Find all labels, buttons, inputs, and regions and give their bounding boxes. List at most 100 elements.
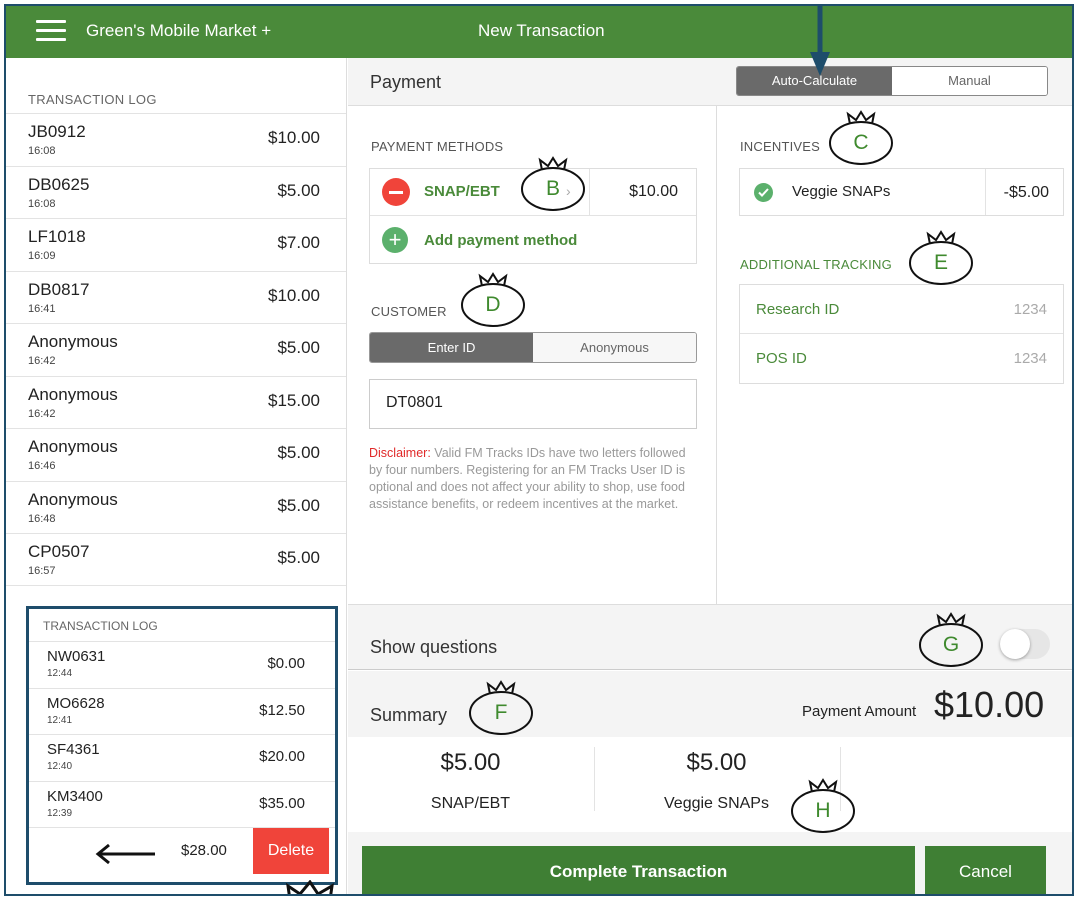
payment-method-amount[interactable]: $10.00	[629, 183, 678, 201]
customer-label: CUSTOMER	[371, 304, 447, 319]
divider	[985, 169, 986, 215]
transaction-time: 16:08	[28, 197, 56, 210]
summary-title: Summary	[370, 705, 448, 725]
transaction-log-panel: TRANSACTION LOG JB0912 16:08 $10.00 DB0625…	[6, 58, 347, 894]
transaction-row[interactable]: KM3400 12:39 $35.00	[29, 780, 335, 828]
transaction-row[interactable]: Anonymous 16:46 $5.00	[6, 428, 346, 481]
transaction-row[interactable]: DB0625 16:08 $5.00	[6, 165, 346, 219]
marker-letter: G	[942, 633, 960, 656]
app-title[interactable]: Green's Mobile Market +	[86, 21, 271, 41]
transaction-row[interactable]: LF1018 16:09 $7.00	[6, 218, 346, 271]
tracking-label: POS ID	[756, 350, 807, 367]
summary-breakdown: $5.00 SNAP/EBT $5.00 Veggie SNAPs	[348, 737, 1072, 823]
transaction-row[interactable]: SF4361 12:40 $20.00	[29, 734, 335, 781]
transaction-amount: $15.00	[268, 390, 320, 410]
check-icon	[754, 183, 773, 202]
manual-tab[interactable]: Manual	[892, 67, 1047, 95]
transaction-amount: $5.00	[277, 180, 320, 200]
annotation-marker-f: F	[468, 680, 538, 736]
payment-methods-label: PAYMENT METHODS	[371, 139, 504, 154]
toggle-knob	[1000, 629, 1030, 659]
transaction-time: 12:41	[47, 714, 73, 726]
transaction-row[interactable]: Anonymous 16:48 $5.00	[6, 480, 346, 534]
transaction-id: Anonymous	[28, 489, 118, 509]
annotation-down-arrow-icon	[810, 6, 830, 76]
transaction-amount: $5.00	[277, 548, 320, 567]
action-bar: Complete Transaction Cancel	[348, 832, 1072, 894]
annotation-marker-b: B	[520, 156, 590, 212]
show-questions-toggle[interactable]	[1000, 629, 1050, 659]
transaction-amount: $5.00	[277, 338, 320, 357]
transaction-time: 12:44	[47, 668, 73, 679]
transaction-time: 16:09	[28, 250, 56, 262]
transaction-time: 16:41	[28, 302, 56, 315]
transaction-id: DB0625	[28, 174, 90, 194]
incentive-name: Veggie SNAPs	[792, 183, 891, 200]
inset-log-header: TRANSACTION LOG	[43, 619, 158, 633]
payment-amount-value: $10.00	[934, 684, 1045, 725]
transaction-time: 16:48	[28, 512, 56, 525]
additional-tracking-label: ADDITIONAL TRACKING	[740, 257, 892, 272]
transaction-id: KM3400	[47, 787, 103, 805]
summary-value: $5.00	[440, 749, 501, 776]
transaction-id: MO6628	[47, 694, 105, 712]
complete-transaction-button[interactable]: Complete Transaction	[362, 846, 915, 894]
transaction-amount: $5.00	[277, 443, 320, 462]
incentive-row[interactable]: Veggie SNAPs -$5.00	[739, 168, 1064, 216]
remove-icon[interactable]	[382, 178, 410, 206]
transaction-id: DB0817	[28, 279, 90, 299]
summary-value: $5.00	[686, 749, 747, 776]
marker-letter: D	[485, 293, 501, 316]
marker-letter: H	[815, 799, 831, 822]
add-payment-method-button[interactable]: Add payment method	[424, 232, 577, 249]
transaction-amount: $10.00	[268, 285, 320, 305]
add-icon[interactable]: +	[382, 227, 408, 253]
tracking-row-pos-id[interactable]: POS ID 1234	[740, 334, 1063, 383]
marker-letter: E	[933, 251, 948, 274]
anonymous-tab[interactable]: Anonymous	[533, 333, 696, 362]
transaction-row[interactable]: Anonymous 16:42 $5.00	[6, 323, 346, 376]
transaction-row[interactable]: NW0631 12:44 $0.00	[29, 641, 335, 688]
transaction-row[interactable]: MO6628 12:41 $12.50	[29, 687, 335, 735]
incentive-amount: -$5.00	[1003, 184, 1049, 201]
transaction-id: SF4361	[47, 741, 100, 758]
summary-cell: $5.00 SNAP/EBT	[348, 749, 593, 819]
delete-button[interactable]: Delete	[253, 828, 329, 874]
customer-id-input[interactable]: DT0801	[369, 379, 697, 429]
enter-id-tab[interactable]: Enter ID	[370, 333, 533, 362]
payment-title: Payment	[370, 72, 442, 92]
tracking-row-research-id[interactable]: Research ID 1234	[740, 285, 1063, 334]
tracking-input[interactable]: 1234	[1014, 301, 1047, 318]
swiped-transaction-row[interactable]: $28.00 Delete	[29, 827, 335, 882]
transaction-row[interactable]: JB0912 16:08 $10.00	[6, 113, 346, 166]
transaction-amount: $12.50	[259, 701, 305, 719]
transaction-log-list: JB0912 16:08 $10.00 DB0625 16:08 $5.00 LF101…	[6, 113, 346, 586]
disclaimer-text: Disclaimer: Valid FM Tracks IDs have two…	[369, 445, 699, 513]
transaction-amount: $5.00	[277, 495, 320, 515]
transaction-row[interactable]: Anonymous 16:42 $15.00	[6, 375, 346, 429]
annotation-marker-h: H	[790, 778, 860, 834]
transaction-amount: $10.00	[268, 128, 320, 147]
transaction-time: 16:42	[28, 407, 56, 420]
transaction-amount: $7.00	[277, 233, 320, 252]
annotation-marker-partial	[286, 880, 334, 894]
payment-header: Payment Auto-Calculate Manual	[348, 58, 1072, 106]
annotation-marker-e: E	[908, 230, 978, 286]
tracking-input[interactable]: 1234	[1014, 350, 1047, 367]
transaction-amount: $20.00	[259, 748, 305, 765]
marker-letter: C	[853, 131, 869, 154]
transaction-id: Anonymous	[28, 332, 118, 351]
tracking-box: Research ID 1234 POS ID 1234	[739, 284, 1064, 384]
cancel-button[interactable]: Cancel	[925, 846, 1046, 894]
show-questions-label: Show questions	[370, 637, 498, 657]
summary-name: SNAP/EBT	[430, 795, 511, 812]
menu-icon[interactable]	[36, 20, 66, 42]
transaction-row[interactable]: CP0507 16:57 $5.00	[6, 533, 346, 586]
transaction-time: 12:39	[47, 807, 73, 819]
transaction-amount: $35.00	[259, 794, 305, 812]
transaction-amount: $0.00	[267, 655, 305, 672]
summary-header: Summary Payment Amount $10.00	[348, 671, 1072, 737]
transaction-id: Anonymous	[28, 437, 118, 456]
transaction-time: 16:57	[28, 565, 56, 577]
transaction-row[interactable]: DB0817 16:41 $10.00	[6, 270, 346, 324]
